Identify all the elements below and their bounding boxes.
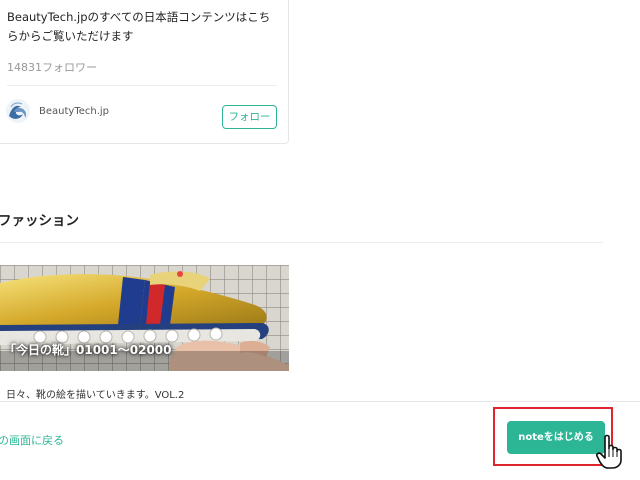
- card-divider: [7, 85, 277, 86]
- author-name[interactable]: BeautyTech.jp: [39, 106, 109, 117]
- section-divider: [0, 242, 603, 243]
- profile-description: BeautyTech.jpのすべての日本語コンテンツはこちらからご覧いただけます: [7, 10, 271, 43]
- start-note-button[interactable]: noteをはじめる: [507, 421, 605, 454]
- hand-pointer-icon: [596, 434, 626, 470]
- article-excerpt: 日々、靴の絵を描いていきます。VOL.2: [6, 390, 185, 401]
- bottom-action-bar: の画面に戻る noteをはじめる: [0, 401, 640, 480]
- wave-logo-icon[interactable]: [5, 98, 31, 124]
- back-link[interactable]: の画面に戻る: [0, 432, 64, 448]
- profile-card: BeautyTech.jpのすべての日本語コンテンツはこちらからご覧いただけます…: [0, 0, 289, 144]
- article-title[interactable]: 「今日の靴」01001〜02000: [4, 341, 172, 358]
- section-title: ファッション: [0, 213, 79, 229]
- follower-count: 14831フォロワー: [7, 61, 97, 74]
- follow-button[interactable]: フォロー: [222, 105, 277, 129]
